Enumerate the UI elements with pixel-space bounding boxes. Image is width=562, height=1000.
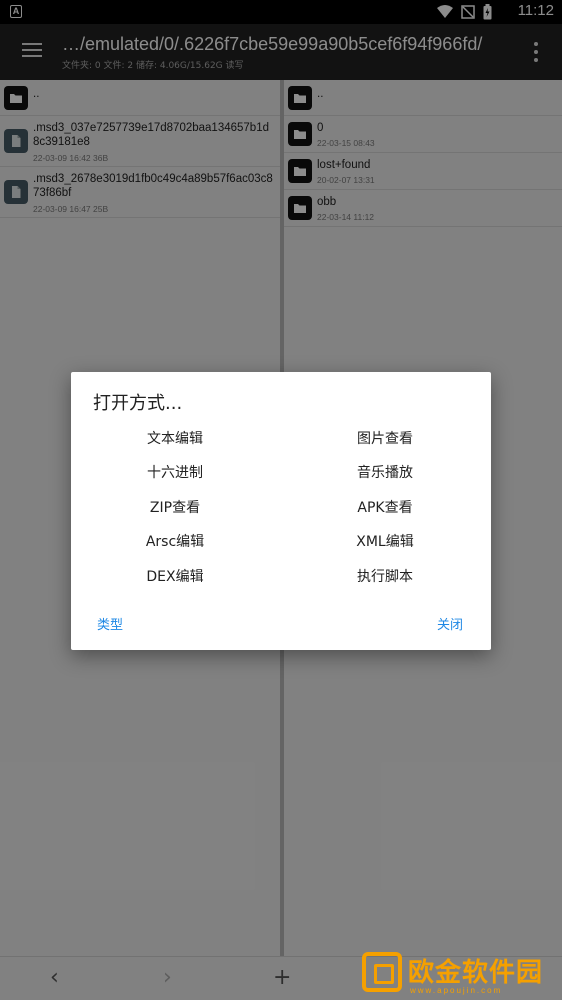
option-xml-edit[interactable]: XML编辑 xyxy=(315,532,455,552)
close-button[interactable]: 关闭 xyxy=(437,614,463,633)
option-dex-edit[interactable]: DEX编辑 xyxy=(105,567,245,587)
watermark-url: www.apoujin.com xyxy=(410,986,503,995)
option-arsc-edit[interactable]: Arsc编辑 xyxy=(105,532,245,552)
watermark-logo: 欧金软件园 www.apoujin.com xyxy=(362,952,562,998)
option-zip-view[interactable]: ZIP查看 xyxy=(105,498,245,518)
watermark-logo-icon xyxy=(362,952,402,992)
type-button[interactable]: 类型 xyxy=(97,614,123,633)
open-with-dialog: 打开方式... 文本编辑 图片查看 十六进制 音乐播放 ZIP查看 APK查看 … xyxy=(71,372,491,650)
option-text-edit[interactable]: 文本编辑 xyxy=(105,429,245,449)
dialog-title: 打开方式... xyxy=(93,393,183,414)
option-apk-view[interactable]: APK查看 xyxy=(315,498,455,518)
option-music-play[interactable]: 音乐播放 xyxy=(315,463,455,483)
watermark-text: 欧金软件园 xyxy=(408,958,544,988)
option-hex[interactable]: 十六进制 xyxy=(105,463,245,483)
option-run-script[interactable]: 执行脚本 xyxy=(315,567,455,587)
option-image-view[interactable]: 图片查看 xyxy=(315,429,455,449)
